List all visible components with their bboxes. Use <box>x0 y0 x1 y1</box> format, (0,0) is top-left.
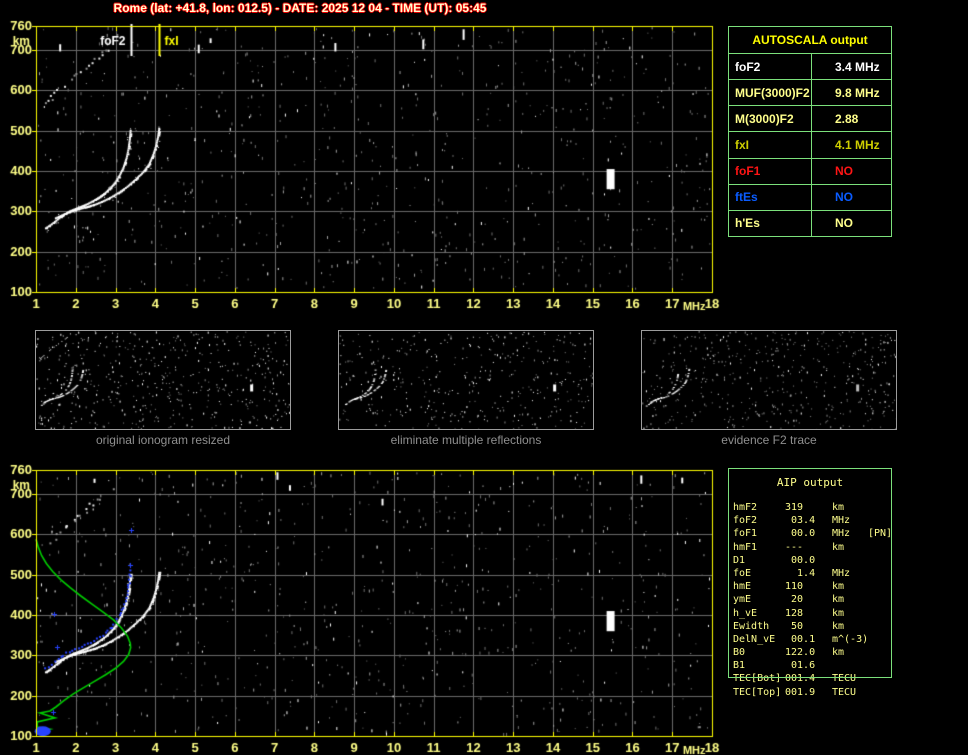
aip-unit: km <box>832 581 845 593</box>
autoscala-row-hes: h'Es NO <box>729 209 891 236</box>
aip-value: 1.4 <box>785 567 816 579</box>
parameter-label: h'Es <box>729 210 812 236</box>
aip-value: 122.0 <box>785 647 816 659</box>
aip-row: foE 1.4 MHz <box>728 567 968 580</box>
aip-label: DelN_vE <box>733 633 776 645</box>
aip-row: DelN_vE 00.1 m^(-3) <box>728 633 968 646</box>
aip-row: foF2 03.4 MHz <box>728 514 968 527</box>
aip-label: hmF2 <box>733 502 758 513</box>
aip-row: Ewidth 50 km <box>728 620 968 633</box>
thumbnail-caption: evidence F2 trace <box>721 433 817 447</box>
aip-label: ymE <box>733 594 752 606</box>
thumbnail-caption: eliminate multiple reflections <box>390 433 542 447</box>
aip-table-title: AIP output <box>776 476 844 489</box>
aip-label: h_vE <box>733 607 758 619</box>
aip-value: 03.4 <box>785 515 816 527</box>
parameter-value: 2.88 <box>835 111 859 126</box>
aip-row: foF1 00.0 MHz [PN] <box>728 527 968 540</box>
aip-value: 128 <box>785 607 804 619</box>
parameter-value: NO <box>835 164 853 179</box>
parameter-label: ftEs <box>729 184 812 210</box>
autoscala-row-ftes: ftEs NO <box>729 183 891 210</box>
parameter-label: foF1 <box>729 158 812 184</box>
aip-unit: km <box>832 620 845 632</box>
parameter-label: MUF(3000)F2 <box>729 80 812 106</box>
aip-label: Ewidth <box>733 620 770 632</box>
aip-row: TEC[Top] 001.9 TECU <box>728 686 968 699</box>
autoscala-screen: Rome (lat: +41.8, lon: 012.5) - DATE: 20… <box>0 0 968 755</box>
aip-row: hmF2 319 km <box>728 501 968 514</box>
aip-row: hmE 110 km <box>728 580 968 593</box>
aip-label: B0 <box>733 647 746 659</box>
aip-label: foF2 <box>733 515 758 527</box>
autoscala-row-m3000f2: M(3000)F2 2.88 <box>729 105 891 132</box>
aip-unit: MHz <box>832 567 851 579</box>
parameter-label: foF2 <box>729 54 812 80</box>
aip-unit: km <box>832 502 845 513</box>
aip-row: h_vE 128 km <box>728 607 968 620</box>
aip-value: 001.9 <box>785 686 816 698</box>
thumbnail-eliminate-reflections <box>338 330 594 430</box>
aip-unit: m^(-3) <box>832 633 869 645</box>
aip-unit: MHz <box>832 528 851 540</box>
aip-value: 00.0 <box>785 554 816 566</box>
aip-unit: km <box>832 607 845 619</box>
aip-label: TEC[Bot] <box>733 673 782 685</box>
aip-value: 50 <box>785 620 804 632</box>
parameter-value: NO <box>835 216 853 231</box>
aip-row: TEC[Bot] 001.4 TECU <box>728 672 968 685</box>
autoscala-output-table: AUTOSCALA output foF2 3.4 MHz MUF(3000)F… <box>728 26 892 237</box>
aip-label: D1 <box>733 554 746 566</box>
aip-value: --- <box>785 541 804 553</box>
aip-unit: km <box>832 541 845 553</box>
aip-label: hmE <box>733 581 752 593</box>
autoscala-row-muf3000f2: MUF(3000)F2 9.8 MHz <box>729 79 891 106</box>
aip-unit: km <box>832 594 845 606</box>
aip-row: D1 00.0 <box>728 554 968 567</box>
aip-value: 00.0 <box>785 528 816 540</box>
aip-value: 110 <box>785 581 804 593</box>
parameter-value: 3.4 MHz <box>835 59 880 74</box>
aip-unit: TECU <box>832 686 857 698</box>
aip-rows: hmF2 319 km foF2 03.4 MHz foF1 00.0 MHz [PN] hmF… <box>728 501 968 699</box>
page-title: Rome (lat: +41.8, lon: 012.5) - DATE: 20… <box>113 1 487 15</box>
parameter-value: 4.1 MHz <box>835 137 880 152</box>
thumbnail-original-ionogram <box>35 330 291 430</box>
aip-row: B1 01.6 <box>728 659 968 672</box>
aip-output-table: AIP output hmF2 319 km foF2 03.4 MHz foF1 00.… <box>728 468 968 708</box>
autoscala-row-fof1: foF1 NO <box>729 157 891 184</box>
aip-label: B1 <box>733 660 746 672</box>
aip-label: foE <box>733 567 752 579</box>
autoscala-table-title: AUTOSCALA output <box>752 33 868 47</box>
aip-unit: MHz <box>832 515 851 527</box>
aip-label: foF1 <box>733 528 758 540</box>
aip-value: 20 <box>785 594 804 606</box>
autoscala-row-fxi: fxI 4.1 MHz <box>729 131 891 158</box>
aip-label: TEC[Top] <box>733 686 782 698</box>
ionogram-top-plot <box>0 18 730 316</box>
aip-value: 01.6 <box>785 660 816 672</box>
aip-unit: TECU <box>832 673 857 685</box>
aip-unit: km <box>832 647 845 659</box>
aip-value: 001.4 <box>785 673 816 685</box>
thumbnail-caption: original ionogram resized <box>95 433 231 447</box>
parameter-value: NO <box>835 190 853 205</box>
aip-value: 319 <box>785 502 804 513</box>
aip-row: ymE 20 km <box>728 593 968 606</box>
parameter-label: fxI <box>729 132 812 158</box>
thumbnail-evidence-f2-trace <box>641 330 897 430</box>
parameter-label: M(3000)F2 <box>729 106 812 132</box>
aip-row: B0 122.0 km <box>728 646 968 659</box>
aip-row: hmF1 --- km <box>728 541 968 554</box>
aip-label: hmF1 <box>733 541 758 553</box>
ionogram-bottom-plot <box>0 462 730 755</box>
aip-value: 00.1 <box>785 633 816 645</box>
parameter-value: 9.8 MHz <box>835 85 880 100</box>
autoscala-row-fof2: foF2 3.4 MHz <box>729 53 891 80</box>
aip-note: [PN] <box>868 528 893 540</box>
